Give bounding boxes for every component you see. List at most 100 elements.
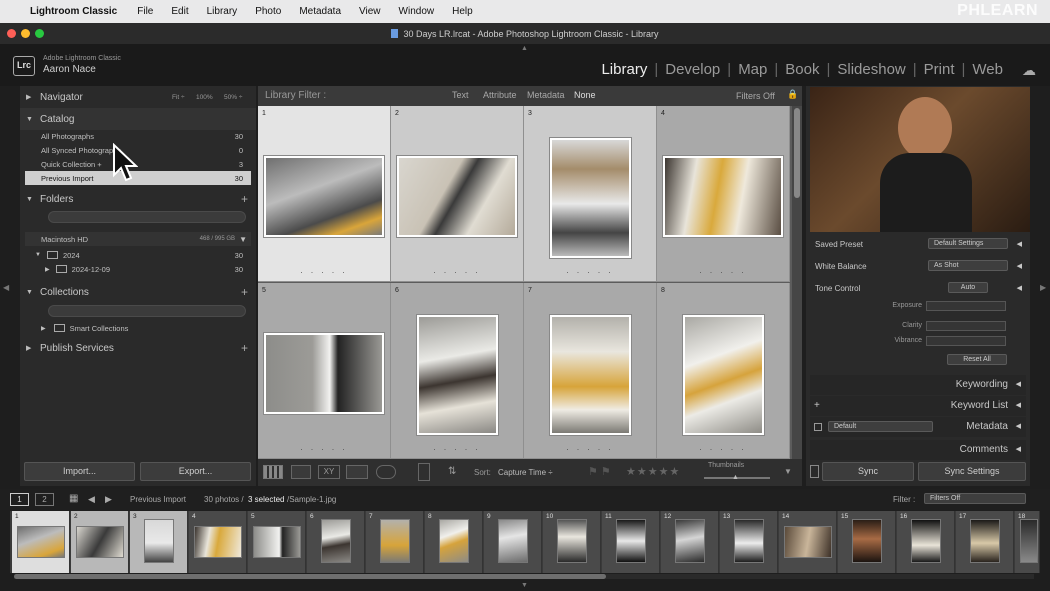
cloud-icon[interactable]: ☁: [1022, 62, 1036, 79]
menu-view[interactable]: View: [359, 6, 381, 17]
filter-tab-attribute[interactable]: Attribute: [483, 90, 517, 100]
menu-edit[interactable]: Edit: [171, 6, 188, 17]
collections-search-input[interactable]: [48, 305, 246, 317]
rating-dots[interactable]: . . . . .: [258, 266, 390, 275]
painter-icon[interactable]: [418, 463, 430, 481]
rating-dots[interactable]: . . . . .: [391, 443, 523, 452]
filmstrip-thumbnail[interactable]: 11: [602, 511, 660, 573]
filmstrip-thumbnail[interactable]: 14: [779, 511, 837, 573]
sort-direction-icon[interactable]: ⇅: [448, 466, 456, 477]
menu-window[interactable]: Window: [399, 6, 435, 17]
filmstrip-thumbnail[interactable]: 6: [307, 511, 365, 573]
menu-photo[interactable]: Photo: [255, 6, 281, 17]
filmstrip-thumbnail[interactable]: 13: [720, 511, 778, 573]
folders-search-input[interactable]: [48, 211, 246, 223]
filmstrip-thumbnail[interactable]: 18: [1015, 511, 1040, 573]
volume-macintosh-hd[interactable]: Macintosh HD 468 / 995 GB ▼: [25, 232, 251, 246]
clarity-stepper[interactable]: [926, 321, 1006, 331]
expand-arrow-icon[interactable]: ◀: [1017, 240, 1022, 248]
volume-disclosure-icon[interactable]: ▼: [239, 235, 247, 244]
sort-select[interactable]: Capture Time ÷: [498, 468, 553, 477]
forward-arrow-icon[interactable]: ▶: [105, 494, 112, 505]
filmstrip-thumbnail[interactable]: 16: [897, 511, 955, 573]
photo-thumbnail[interactable]: [416, 314, 499, 436]
filter-tab-none[interactable]: None: [574, 90, 596, 100]
white-balance-select[interactable]: As Shot: [928, 260, 1008, 271]
import-button[interactable]: Import...: [24, 462, 135, 481]
filmstrip-thumbnail[interactable]: 8: [425, 511, 483, 573]
zoom-fit[interactable]: Fit ÷: [172, 94, 185, 101]
exposure-stepper[interactable]: [926, 301, 1006, 311]
grid-shortcut-icon[interactable]: ▦: [69, 493, 78, 504]
add-publish-service-icon[interactable]: +: [241, 341, 248, 355]
photo-thumbnail[interactable]: [549, 314, 632, 436]
collapse-bottom-icon[interactable]: ▼: [521, 582, 528, 589]
filmstrip-thumbnail[interactable]: 4: [189, 511, 247, 573]
module-web[interactable]: Web: [965, 61, 1010, 78]
folder-2024[interactable]: ▼ 2024 30: [25, 248, 251, 262]
collections-header[interactable]: ▼ Collections +: [20, 281, 256, 303]
zoom-50[interactable]: 50% ÷: [224, 94, 242, 101]
grid-cell[interactable]: 3 . . . . .: [524, 106, 657, 282]
filmstrip-thumbnail[interactable]: 2: [71, 511, 129, 573]
rating-dots[interactable]: . . . . .: [524, 266, 656, 275]
photo-thumbnail[interactable]: [549, 137, 632, 259]
grid-cell[interactable]: 1 . . . . .: [258, 106, 391, 282]
survey-view-icon[interactable]: [346, 465, 368, 479]
catalog-item-quick-collection[interactable]: Quick Collection + 3: [25, 157, 251, 171]
auto-tone-button[interactable]: Auto: [948, 282, 988, 293]
saved-preset-select[interactable]: Default Settings: [928, 238, 1008, 249]
expand-arrow-icon[interactable]: ◀: [1017, 262, 1022, 270]
primary-window-button[interactable]: 1: [10, 493, 29, 506]
grid-cell[interactable]: 5 . . . . .: [258, 283, 391, 459]
comments-header[interactable]: Comments ◀: [810, 440, 1026, 460]
filter-status[interactable]: Filters Off: [736, 91, 775, 101]
rating-dots[interactable]: . . . . .: [657, 443, 789, 452]
photo-thumbnail[interactable]: [682, 314, 765, 436]
rating-dots[interactable]: . . . . .: [258, 443, 390, 452]
metadata-preset-select[interactable]: Default: [828, 421, 933, 432]
grid-cell[interactable]: 2 . . . . .: [391, 106, 524, 282]
catalog-item-all-synced[interactable]: All Synced Photographs 0: [25, 143, 251, 157]
filmstrip-filename[interactable]: /Sample-1.jpg: [287, 495, 336, 504]
photo-thumbnail[interactable]: [662, 155, 784, 238]
grid-cell[interactable]: 4 . . . . .: [657, 106, 790, 282]
keywording-header[interactable]: Keywording ◀: [810, 375, 1026, 395]
people-view-icon[interactable]: [376, 465, 396, 479]
sync-button[interactable]: Sync: [822, 462, 914, 481]
filmstrip-filter-select[interactable]: Filters Off: [924, 493, 1026, 504]
filmstrip-thumbnail[interactable]: 9: [484, 511, 542, 573]
catalog-item-all-photographs[interactable]: All Photographs 30: [25, 129, 251, 143]
add-folder-icon[interactable]: +: [241, 192, 248, 206]
grid-scrollbar[interactable]: [792, 106, 802, 459]
loupe-view-icon[interactable]: [291, 465, 311, 479]
compare-view-icon[interactable]: XY: [318, 465, 340, 479]
navigator-header[interactable]: ▶ Navigator Fit ÷ 100% 50% ÷: [20, 86, 256, 108]
filter-tab-text[interactable]: Text: [452, 90, 469, 100]
filmstrip-thumbnail[interactable]: 3: [130, 511, 188, 573]
menu-app-name[interactable]: Lightroom Classic: [30, 6, 117, 17]
sync-settings-button[interactable]: Sync Settings: [918, 462, 1026, 481]
module-library[interactable]: Library: [594, 61, 654, 78]
filmstrip-thumbnail[interactable]: 1: [12, 511, 70, 573]
collapse-top-icon[interactable]: ▲: [521, 45, 528, 52]
menu-help[interactable]: Help: [452, 6, 473, 17]
reset-all-button[interactable]: Reset All: [947, 354, 1007, 365]
photo-thumbnail[interactable]: [263, 332, 385, 415]
filmstrip-thumbnail[interactable]: 10: [543, 511, 601, 573]
rating-dots[interactable]: . . . . .: [391, 266, 523, 275]
menu-file[interactable]: File: [137, 6, 153, 17]
collapse-left-icon[interactable]: ◀: [3, 283, 9, 292]
lock-icon[interactable]: 🔒: [787, 89, 798, 100]
module-print[interactable]: Print: [917, 61, 962, 78]
menu-library[interactable]: Library: [207, 6, 238, 17]
grid-cell[interactable]: 8 . . . . .: [657, 283, 790, 459]
filmstrip-source[interactable]: Previous Import: [130, 495, 186, 504]
module-book[interactable]: Book: [778, 61, 826, 78]
grid-cell[interactable]: 7 . . . . .: [524, 283, 657, 459]
keyword-list-header[interactable]: + Keyword List ◀: [810, 396, 1026, 416]
grid-cell[interactable]: 6 . . . . .: [391, 283, 524, 459]
module-slideshow[interactable]: Slideshow: [830, 61, 912, 78]
expand-arrow-icon[interactable]: ◀: [1017, 284, 1022, 292]
filmstrip-scrollbar[interactable]: [14, 574, 1034, 579]
